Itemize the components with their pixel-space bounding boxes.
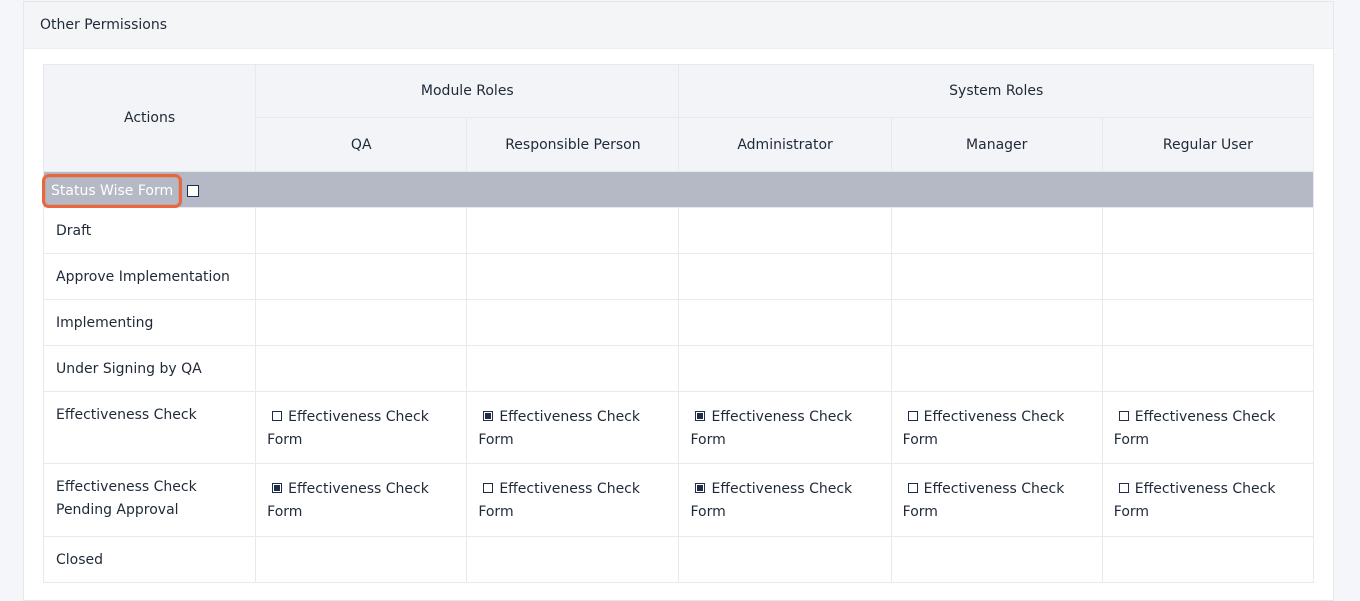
permission-cell: Effectiveness Check Form (1101, 391, 1315, 464)
table-row: Effectiveness Check Pending Approval Eff… (42, 463, 1315, 537)
table-row: Under Signing by QA (42, 345, 1315, 392)
permission-cell (255, 345, 468, 392)
permission-cell (678, 207, 892, 254)
permission-cell: Effectiveness Check Form (890, 463, 1103, 537)
permission-checkbox[interactable] (1118, 411, 1129, 421)
permission-cell (890, 253, 1103, 300)
permission-cell (466, 299, 680, 346)
permission-cell: Effectiveness Check Form (466, 391, 680, 464)
permission-cell (678, 253, 892, 300)
permission-cell (466, 253, 680, 300)
permission-cell (1101, 253, 1315, 300)
permissions-table: Actions Module Roles System Roles QA Res… (41, 64, 1315, 583)
permission-cell (1101, 345, 1315, 392)
permission-checkbox-label[interactable]: Effectiveness Check Form (478, 409, 640, 448)
permission-cell (678, 536, 892, 583)
permission-checkbox[interactable] (695, 411, 706, 421)
permission-checkbox[interactable] (483, 411, 494, 421)
permission-checkbox[interactable] (272, 411, 283, 421)
permission-cell (255, 536, 468, 583)
permission-cell (255, 253, 468, 300)
permission-checkbox[interactable] (272, 483, 283, 493)
permission-cell (1101, 536, 1315, 583)
role-header-manager: Manager (890, 117, 1103, 172)
permission-checkbox[interactable] (695, 483, 706, 493)
action-label: Effectiveness Check (42, 391, 257, 464)
permission-cell (255, 299, 468, 346)
permission-cell: Effectiveness Check Form (678, 391, 892, 464)
group-row-status-wise-form: Status Wise Form (41, 171, 1314, 208)
action-label: Closed (42, 536, 257, 583)
table-row: Draft (42, 207, 1315, 254)
actions-header: Actions (42, 64, 257, 172)
permission-cell (678, 299, 892, 346)
role-header-qa: QA (255, 117, 468, 172)
permission-checkbox-label[interactable]: Effectiveness Check Form (690, 481, 852, 520)
table-row: Approve Implementation (42, 253, 1315, 300)
permission-cell: Effectiveness Check Form (890, 391, 1103, 464)
permission-checkbox-label[interactable]: Effectiveness Check Form (1114, 409, 1276, 448)
permission-cell (890, 345, 1103, 392)
permission-checkbox-label[interactable]: Effectiveness Check Form (1114, 481, 1276, 520)
action-label: Effectiveness Check Pending Approval (42, 463, 257, 537)
permission-cell: Effectiveness Check Form (1101, 463, 1315, 537)
permission-checkbox-label[interactable]: Effectiveness Check Form (903, 409, 1065, 448)
table-row: Closed (42, 536, 1315, 583)
action-label: Draft (42, 207, 257, 254)
permission-checkbox[interactable] (483, 483, 494, 493)
table-row: Effectiveness Check Effectiveness Check … (42, 391, 1315, 464)
permission-cell (255, 207, 468, 254)
permission-checkbox-label[interactable]: Effectiveness Check Form (690, 409, 852, 448)
permission-cell: Effectiveness Check Form (678, 463, 892, 537)
action-label: Approve Implementation (42, 253, 257, 300)
permission-checkbox-label[interactable]: Effectiveness Check Form (267, 409, 429, 448)
other-permissions-card: Other Permissions Actions Module Roles S… (23, 1, 1334, 601)
permission-cell: Effectiveness Check Form (255, 391, 468, 464)
role-header-responsible-person: Responsible Person (466, 117, 680, 172)
permission-cell (1101, 207, 1315, 254)
permission-checkbox-label[interactable]: Effectiveness Check Form (478, 481, 640, 520)
permission-checkbox-label[interactable]: Effectiveness Check Form (267, 481, 429, 520)
card-title: Other Permissions (24, 2, 1333, 49)
permission-cell (890, 207, 1103, 254)
group-label[interactable]: Status Wise Form (41, 173, 183, 208)
action-label: Implementing (42, 299, 257, 346)
role-header-administrator: Administrator (678, 117, 892, 172)
action-label: Under Signing by QA (42, 345, 257, 392)
permission-cell (678, 345, 892, 392)
permission-cell: Effectiveness Check Form (255, 463, 468, 537)
permission-cell: Effectiveness Check Form (466, 463, 680, 537)
permission-cell (466, 207, 680, 254)
permission-checkbox[interactable] (1118, 483, 1129, 493)
group-select-all-checkbox[interactable] (187, 184, 200, 197)
permission-cell (890, 299, 1103, 346)
permission-checkbox-label[interactable]: Effectiveness Check Form (903, 481, 1065, 520)
permission-cell (1101, 299, 1315, 346)
permission-checkbox[interactable] (907, 411, 918, 421)
permission-cell (466, 345, 680, 392)
permission-cell (890, 536, 1103, 583)
table-row: Implementing (42, 299, 1315, 346)
role-header-regular-user: Regular User (1101, 117, 1315, 172)
permission-cell (466, 536, 680, 583)
system-roles-header: System Roles (678, 64, 1314, 118)
permission-checkbox[interactable] (907, 483, 918, 493)
module-roles-header: Module Roles (255, 64, 680, 118)
